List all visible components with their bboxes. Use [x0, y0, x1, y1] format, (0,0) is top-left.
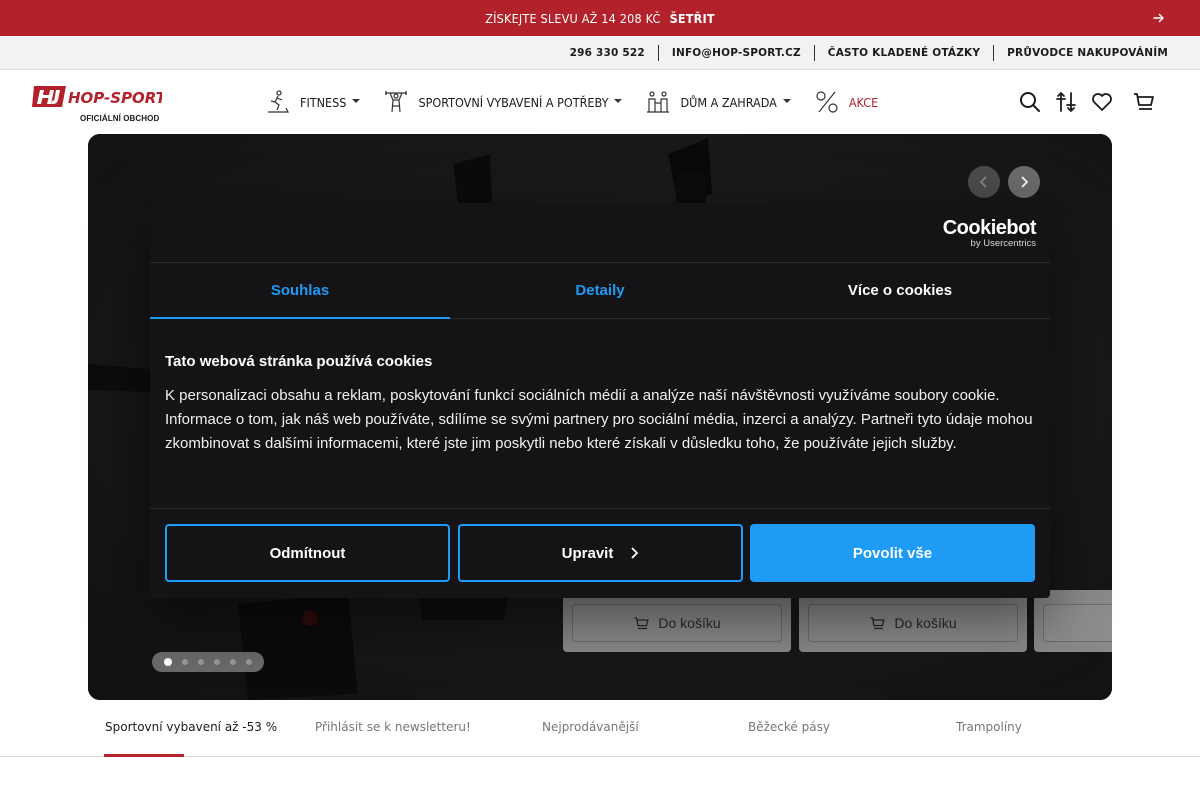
add-to-cart-button[interactable] — [1043, 604, 1112, 642]
caret-down-icon — [782, 99, 791, 103]
nav-home-garden[interactable]: DŮM A ZAHRADA — [644, 88, 791, 116]
nav-sport-equipment-label: SPORTOVNÍ VYBAVENÍ A POTŘEBY — [418, 94, 609, 110]
nav-sale-label: AKCE — [848, 94, 879, 110]
cookie-heading: Tato webová stránka používá cookies — [165, 353, 433, 370]
treadmill-icon — [268, 90, 289, 113]
site-header: HOP-SPORT OFICIÁLNÍ OBCHOD FITNESS SPORT… — [0, 70, 1200, 134]
email-link[interactable]: INFO@HOP-SPORT.CZ — [659, 47, 814, 59]
product-card-partial[interactable] — [1034, 590, 1112, 652]
cookie-dialog-body: Tato webová stránka používá cookies K pe… — [150, 319, 1050, 509]
carousel-dot[interactable] — [214, 659, 220, 665]
shopping-guide-link[interactable]: PRŮVODCE NAKUPOVÁNÍM — [994, 47, 1168, 59]
cart-icon — [634, 616, 650, 629]
main-nav: FITNESS SPORTOVNÍ VYBAVENÍ A POTŘEBY DŮM… — [264, 88, 900, 116]
add-to-cart-button[interactable]: Do košíku — [572, 604, 782, 642]
carousel-dot[interactable] — [164, 658, 172, 666]
chevron-left-icon — [979, 176, 987, 188]
cart-icon — [870, 616, 886, 629]
allow-all-button[interactable]: Povolit vše — [750, 524, 1035, 582]
add-to-cart-label: Do košíku — [894, 615, 957, 631]
add-to-cart-label: Do košíku — [658, 615, 721, 631]
nav-fitness-label: FITNESS — [300, 94, 347, 110]
carousel-pagination — [152, 652, 264, 672]
cookie-consent-dialog: Cookiebot by Usercentrics Souhlas Detail… — [150, 203, 1050, 598]
promo-bar[interactable]: ZÍSKEJTE SLEVU AŽ 14 208 KČ ŠETŘIT — [0, 0, 1200, 36]
cookie-dialog-footer: Odmítnout Upravit Povolit vše — [150, 508, 1050, 598]
cookie-tabs: Souhlas Detaily Více o cookies — [150, 263, 1050, 319]
product-card[interactable]: Do košíku — [799, 590, 1027, 652]
tab-details[interactable]: Detaily — [450, 263, 750, 318]
svg-text:HOP-SPORT: HOP-SPORT — [68, 89, 162, 107]
nav-sale[interactable]: AKCE — [813, 88, 878, 116]
category-tabs: Sportovní vybavení až -53 % Přihlásit se… — [0, 700, 1200, 757]
cart-icon[interactable] — [1132, 90, 1156, 114]
customize-button-label: Upravit — [561, 544, 614, 562]
percent-icon — [816, 91, 838, 113]
carousel-dot[interactable] — [246, 659, 252, 665]
phone-link[interactable]: 296 330 522 — [557, 47, 658, 59]
logo-subtitle: OFICIÁLNÍ OBCHOD — [80, 114, 160, 123]
weightlifter-icon — [385, 91, 408, 113]
header-actions — [1006, 90, 1156, 114]
product-card[interactable]: Do košíku — [563, 590, 791, 652]
add-to-cart-button[interactable]: Do košíku — [808, 604, 1018, 642]
nav-sport-equipment[interactable]: SPORTOVNÍ VYBAVENÍ A POTŘEBY — [382, 88, 623, 116]
family-icon — [647, 91, 670, 113]
deny-button-label: Odmítnout — [269, 544, 346, 562]
tab-about-cookies[interactable]: Více o cookies — [750, 263, 1050, 318]
allow-all-button-label: Povolit vše — [852, 544, 933, 562]
tab-sport-equipment-sale[interactable]: Sportovní vybavení až -53 % — [105, 720, 277, 734]
cookie-description: K personalizaci obsahu a reklam, poskyto… — [165, 387, 1033, 452]
nav-home-garden-label: DŮM A ZAHRADA — [680, 94, 777, 110]
carousel-next-button[interactable] — [1008, 166, 1040, 198]
carousel-dot[interactable] — [182, 659, 188, 665]
faq-link[interactable]: ČASTO KLADENÉ OTÁZKY — [815, 47, 993, 59]
customize-button[interactable]: Upravit — [458, 524, 743, 582]
cookie-dialog-header: Cookiebot by Usercentrics — [150, 203, 1050, 263]
chevron-right-icon — [1021, 176, 1029, 188]
promo-text: ZÍSKEJTE SLEVU AŽ 14 208 KČ — [485, 10, 661, 26]
tab-bestsellers[interactable]: Nejprodávanější — [542, 720, 639, 734]
caret-down-icon — [614, 99, 623, 103]
cookiebot-logo[interactable]: Cookiebot by Usercentrics — [942, 217, 1037, 249]
utility-bar: 296 330 522 INFO@HOP-SPORT.CZ ČASTO KLAD… — [0, 36, 1200, 70]
carousel-dot[interactable] — [230, 659, 236, 665]
active-tab-indicator — [104, 754, 184, 757]
tab-consent[interactable]: Souhlas — [150, 263, 450, 319]
search-icon[interactable] — [1018, 90, 1042, 114]
deny-button[interactable]: Odmítnout — [165, 524, 450, 582]
carousel-prev-button[interactable] — [968, 166, 1000, 198]
compare-icon[interactable] — [1054, 90, 1078, 114]
tab-newsletter[interactable]: Přihlásit se k newsletteru! — [315, 720, 471, 734]
tab-trampolines[interactable]: Trampolíny — [956, 720, 1022, 734]
heart-icon[interactable] — [1090, 90, 1114, 114]
cookiebot-brand: Cookiebot — [942, 217, 1037, 239]
tab-treadmills[interactable]: Běžecké pásy — [748, 720, 830, 734]
chevron-right-icon — [631, 547, 639, 559]
promo-cta[interactable]: ŠETŘIT — [670, 11, 715, 26]
caret-down-icon — [352, 99, 361, 103]
nav-fitness[interactable]: FITNESS — [264, 88, 361, 116]
carousel-dot[interactable] — [198, 659, 204, 665]
arrow-right-icon[interactable] — [1152, 11, 1166, 25]
